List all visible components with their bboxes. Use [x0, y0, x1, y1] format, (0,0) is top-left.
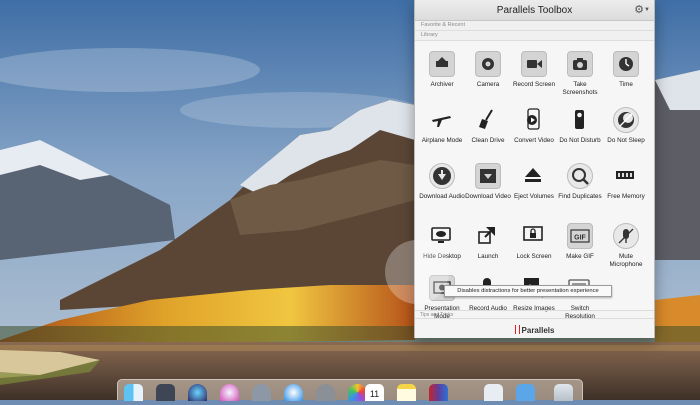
tool-label: Take Screenshots	[562, 81, 598, 96]
tool-label: Download Video	[465, 193, 511, 200]
tool-airplane-mode[interactable]: Airplane Mode	[419, 107, 465, 145]
launch-icon	[475, 223, 501, 249]
toolbox-titlebar: Parallels Toolbox ⚙▼	[415, 0, 654, 21]
trash-icon[interactable]	[554, 384, 573, 401]
tool-take-screenshots[interactable]: Take Screenshots	[557, 51, 603, 96]
tooltip: Disables distractions for better present…	[444, 285, 612, 297]
calendar-day: 11	[369, 389, 380, 399]
section-library: Library	[415, 31, 654, 41]
toolbox-title: Parallels Toolbox	[496, 5, 573, 16]
tool-archiver[interactable]: Archiver	[419, 51, 465, 89]
tool-label: Make GIF	[566, 253, 594, 260]
tool-label: Find Duplicates	[558, 193, 602, 200]
tool-eject-volumes[interactable]: Eject Volumes	[511, 163, 557, 201]
cursor-spotlight	[385, 240, 449, 304]
tool-do-not-sleep[interactable]: Do Not Sleep	[603, 107, 649, 145]
tool-label: Airplane Mode	[421, 137, 463, 144]
tool-label: Camera	[476, 81, 500, 88]
memory-icon	[613, 163, 639, 189]
preview-icon[interactable]	[484, 384, 503, 401]
microphone-icon	[613, 223, 639, 249]
chevron-down-icon: ▼	[643, 7, 650, 14]
brand-label: Parallels	[521, 326, 555, 335]
tool-camera[interactable]: Camera	[465, 51, 511, 89]
tool-download-audio[interactable]: Download Audio	[419, 163, 465, 201]
tool-record-screen[interactable]: Record Screen	[511, 51, 557, 89]
download-video-icon	[475, 163, 501, 189]
tool-label: Do Not Sleep	[607, 137, 645, 144]
tool-download-video[interactable]: Download Video	[465, 163, 511, 201]
tool-mute-microphone[interactable]: Mute Microphone	[603, 223, 649, 268]
find-duplicates-icon	[567, 163, 593, 189]
calendar-icon[interactable]: 11	[365, 384, 384, 401]
finder-icon[interactable]	[124, 384, 143, 401]
gif-icon: GIF	[567, 223, 593, 249]
tool-find-duplicates[interactable]: Find Duplicates	[557, 163, 603, 201]
tool-label: Mute Microphone	[609, 253, 643, 268]
tool-lock-screen[interactable]: Lock Screen	[511, 223, 557, 261]
clock-icon	[613, 51, 639, 77]
tool-label: Time	[619, 81, 633, 88]
toolbox-footer: Parallels	[415, 318, 654, 338]
parallels-logo-icon	[514, 325, 520, 334]
camera-icon	[475, 51, 501, 77]
moon-icon	[613, 107, 639, 133]
notes-icon[interactable]	[397, 384, 416, 401]
door-hanger-icon	[567, 107, 593, 133]
download-audio-icon	[429, 163, 455, 189]
tool-label: Archiver	[430, 81, 454, 88]
parallels-icon[interactable]	[429, 384, 448, 401]
tool-do-not-disturb[interactable]: Do Not Disturb	[557, 107, 603, 145]
airplane-icon	[429, 107, 455, 133]
archiver-icon	[429, 51, 455, 77]
tool-label: Convert Video	[514, 137, 554, 144]
section-favorites[interactable]: Favorite & Recent	[415, 21, 654, 31]
tool-time[interactable]: Time	[603, 51, 649, 89]
settings-icon[interactable]	[316, 384, 335, 401]
eject-icon	[521, 163, 547, 189]
tool-convert-video[interactable]: Convert Video	[511, 107, 557, 145]
screenshot-icon	[567, 51, 593, 77]
folder-icon[interactable]	[516, 384, 535, 401]
broom-icon	[475, 107, 501, 133]
dock: 11	[117, 379, 583, 401]
launchpad-icon[interactable]	[156, 384, 175, 401]
tool-free-memory[interactable]: Free Memory	[603, 163, 649, 201]
tool-launch[interactable]: Launch	[465, 223, 511, 261]
section-tips[interactable]: Tips and Tricks	[415, 310, 654, 318]
tool-label: Do Not Disturb	[559, 137, 601, 144]
itunes-icon[interactable]	[220, 384, 239, 401]
safari-icon[interactable]	[284, 384, 303, 401]
tool-label: Free Memory	[607, 193, 645, 200]
tools-grid: Archiver Camera Record Screen Take Scree…	[415, 41, 654, 320]
tool-make-gif[interactable]: GIF Make GIF	[557, 223, 603, 261]
convert-video-icon	[521, 107, 547, 133]
tool-label: Launch	[477, 253, 499, 260]
tool-label: Clean Drive	[471, 137, 505, 144]
tool-label: Lock Screen	[516, 253, 552, 260]
tool-clean-drive[interactable]: Clean Drive	[465, 107, 511, 145]
svg-text:GIF: GIF	[574, 235, 586, 242]
siri-icon[interactable]	[188, 384, 207, 401]
settings-gear-icon[interactable]: ⚙▼	[634, 3, 650, 17]
record-screen-icon	[521, 51, 547, 77]
lock-screen-icon	[521, 223, 547, 249]
tool-label: Record Screen	[513, 81, 555, 88]
tool-label: Download Audio	[419, 193, 465, 200]
rocket-icon[interactable]	[252, 384, 271, 401]
tool-label: Eject Volumes	[514, 193, 554, 200]
